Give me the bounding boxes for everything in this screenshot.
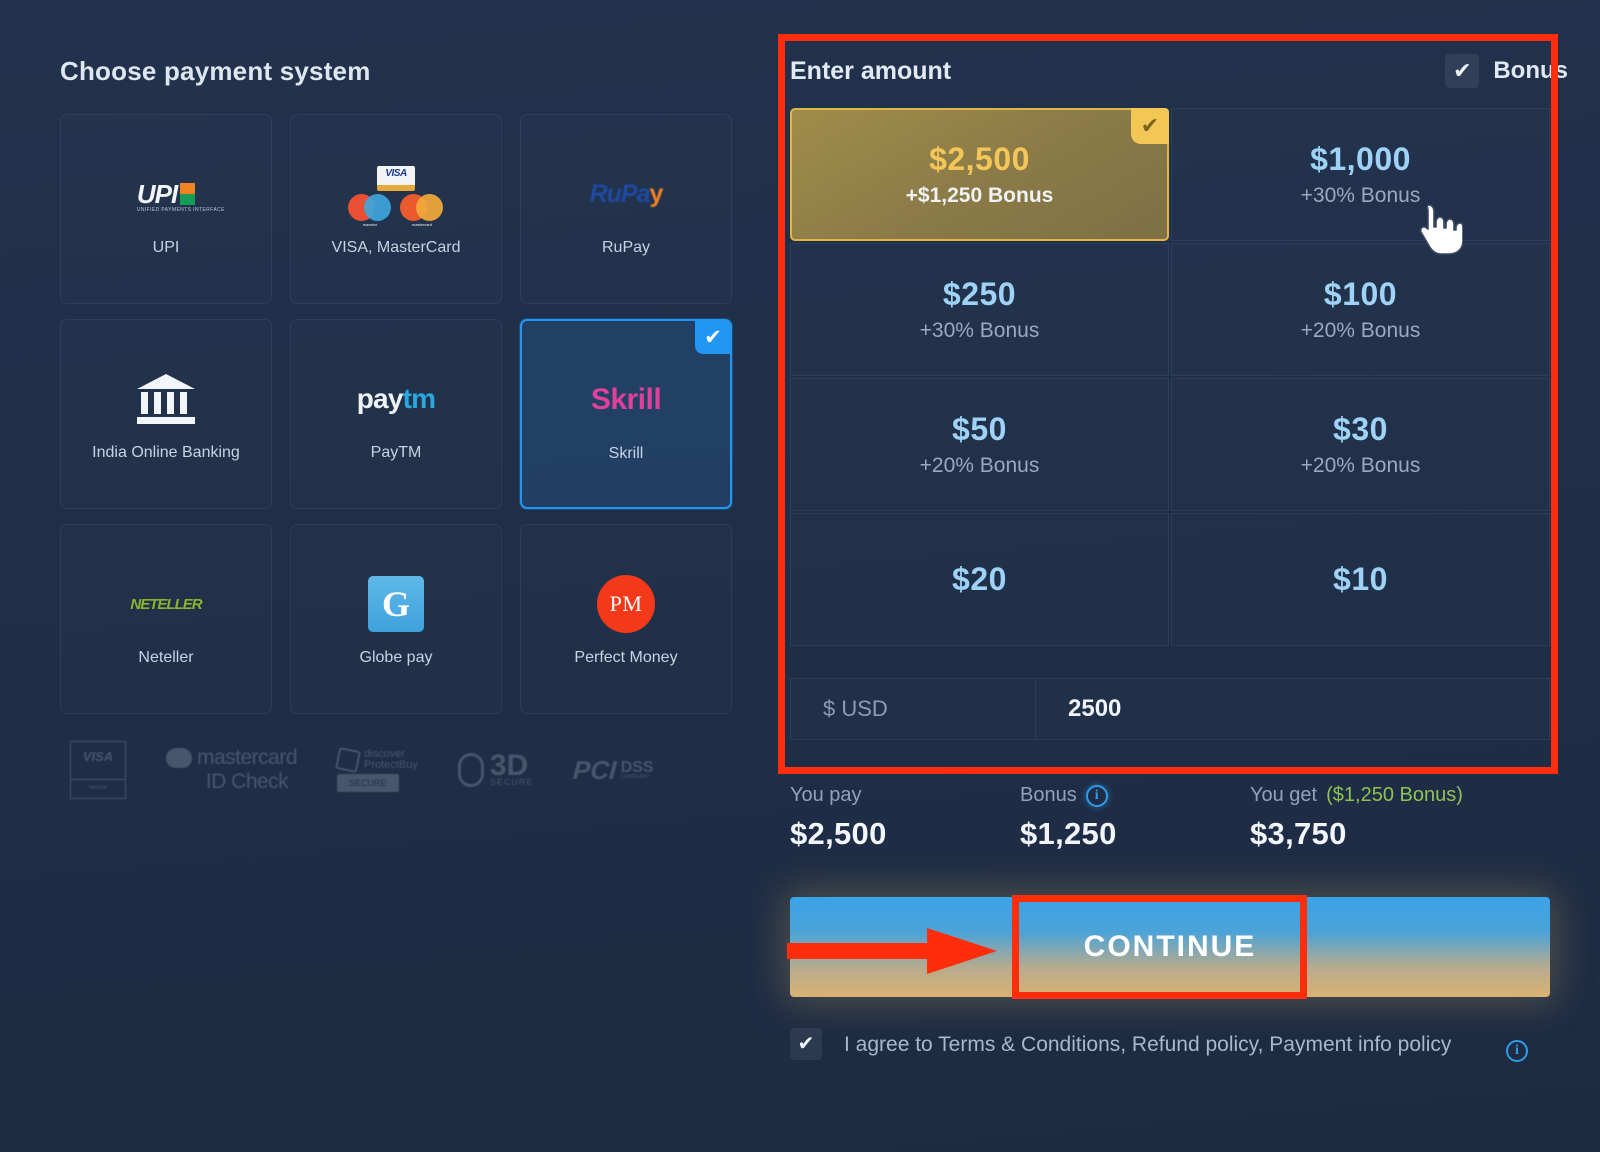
amount-tile-1000[interactable]: $1,000 +30% Bonus	[1171, 108, 1550, 241]
you-get-bonus-note: ($1,250 Bonus)	[1326, 784, 1463, 806]
payment-method-label: Globe pay	[359, 649, 433, 666]
amount-tile-bonus: +20% Bonus	[1300, 319, 1421, 342]
bonus-summary-value: $1,250	[1020, 816, 1117, 851]
payment-method-paytm[interactable]: paytm PayTM	[290, 319, 502, 509]
amount-tile-bonus: +30% Bonus	[919, 319, 1040, 342]
bank-icon	[135, 370, 197, 428]
payment-method-label: UPI	[152, 239, 180, 256]
amount-tile-value: $2,500	[929, 141, 1030, 177]
payment-method-label: Skrill	[608, 445, 644, 462]
check-icon: ✔	[695, 320, 731, 354]
you-pay-label: You pay	[790, 784, 862, 806]
page-title: Choose payment system	[60, 56, 371, 86]
bonus-toggle[interactable]: ✔ Bonus	[1445, 54, 1568, 88]
amount-panel-title: Enter amount	[790, 56, 952, 85]
summary-you-get: You get ($1,250 Bonus) $3,750	[1250, 784, 1550, 852]
payment-system-panel: Choose payment system UPI UNIFIED PAYMENT…	[0, 0, 770, 1152]
amount-tile-value: $250	[942, 276, 1017, 312]
summary-bonus: Bonus i $1,250	[1020, 784, 1250, 852]
amount-tile-value: $20	[952, 561, 1007, 597]
amount-tile-50[interactable]: $50 +20% Bonus	[790, 378, 1169, 511]
currency-amount-row: $ USD 2500	[790, 678, 1550, 740]
terms-checkbox[interactable]: ✔	[790, 1028, 822, 1060]
amount-tile-20[interactable]: $20	[790, 513, 1169, 646]
payment-method-perfect-money[interactable]: PM Perfect Money	[520, 524, 732, 714]
visa-icon: VISA	[377, 166, 415, 191]
payment-method-grid: UPI UNIFIED PAYMENTS INTERFACE UPI VISA m…	[60, 114, 740, 714]
mastercard-icon: mastercard	[400, 194, 444, 227]
bonus-toggle-label: Bonus	[1493, 57, 1568, 84]
amount-tile-value: $50	[952, 411, 1007, 447]
payment-method-rupay[interactable]: RuPay RuPay	[520, 114, 732, 304]
payment-method-label: RuPay	[601, 239, 651, 256]
payment-method-globepay[interactable]: G Globe pay	[290, 524, 502, 714]
terms-text: I agree to Terms & Conditions, Refund po…	[844, 1033, 1452, 1056]
you-get-label: You get	[1250, 784, 1318, 806]
upi-logo: UPI UNIFIED PAYMENTS INTERFACE	[136, 165, 225, 223]
info-icon[interactable]: i	[1085, 784, 1108, 807]
info-icon[interactable]: i	[1506, 1040, 1528, 1062]
terms-agreement-row[interactable]: ✔ I agree to Terms & Conditions, Refund …	[790, 1028, 1550, 1062]
amount-tile-bonus: +20% Bonus	[919, 454, 1040, 477]
summary-you-pay: You pay $2,500	[790, 784, 1020, 852]
continue-button[interactable]: CONTINUE	[790, 897, 1550, 997]
neteller-logo: NETELLER	[130, 595, 202, 613]
amount-tile-10[interactable]: $10	[1171, 513, 1550, 646]
amount-tile-value: $100	[1323, 276, 1398, 312]
payment-method-india-online-banking[interactable]: India Online Banking	[60, 319, 272, 509]
bonus-checkbox[interactable]: ✔	[1445, 54, 1480, 88]
paytm-logo: paytm	[356, 383, 436, 414]
upi-logo-text: UPI	[136, 178, 178, 209]
payment-method-skrill[interactable]: ✔ Skrill Skrill	[520, 319, 732, 509]
visa-mastercard-logo: VISA maestro mastercard	[348, 165, 444, 227]
payment-summary: You pay $2,500 Bonus i $1,250 You get ($1,…	[790, 784, 1550, 852]
bonus-summary-label: Bonus	[1020, 784, 1077, 806]
payment-method-label: PayTM	[370, 444, 422, 461]
amount-tile-value: $10	[1333, 561, 1388, 597]
mastercard-id-check-badge: mastercard ID Check	[166, 746, 298, 794]
amount-tile-value: $1,000	[1310, 141, 1411, 177]
perfect-money-logo: PM	[597, 575, 655, 633]
upi-logo-subtext: UNIFIED PAYMENTS INTERFACE	[136, 207, 225, 213]
skrill-logo: Skrill	[590, 383, 662, 416]
amount-tile-100[interactable]: $100 +20% Bonus	[1171, 243, 1550, 376]
you-pay-value: $2,500	[790, 816, 887, 851]
payment-method-label: Neteller	[138, 649, 194, 666]
security-badges-row: VISA secure mastercard ID Check discover…	[70, 735, 730, 805]
you-get-value: $3,750	[1250, 816, 1347, 851]
currency-selector[interactable]: $ USD	[791, 679, 1036, 739]
maestro-icon: maestro	[348, 194, 392, 227]
amount-tile-bonus: +20% Bonus	[1300, 454, 1421, 477]
amount-tile-2500[interactable]: ✔ $2,500 +$1,250 Bonus	[790, 108, 1169, 241]
payment-method-neteller[interactable]: NETELLER Neteller	[60, 524, 272, 714]
amount-tile-bonus: +30% Bonus	[1300, 184, 1421, 207]
3d-secure-badge: 3D SECURE	[457, 751, 534, 787]
amount-preset-grid: ✔ $2,500 +$1,250 Bonus $1,000 +30% Bonus…	[790, 108, 1550, 646]
amount-tile-bonus: +$1,250 Bonus	[905, 184, 1054, 207]
payment-method-visa-mastercard[interactable]: VISA maestro mastercard VISA, MasterCard	[290, 114, 502, 304]
continue-button-wrapper: CONTINUE	[790, 897, 1550, 997]
discover-protectbuy-badge: discover ProtectBuy SECURE	[334, 746, 418, 792]
amount-tile-value: $30	[1333, 411, 1388, 447]
payment-method-label: India Online Banking	[92, 444, 240, 461]
amount-header: Enter amount ✔ Bonus	[790, 54, 1568, 88]
amount-tile-30[interactable]: $30 +20% Bonus	[1171, 378, 1550, 511]
amount-input[interactable]: 2500	[1036, 679, 1549, 739]
deposit-screen: Choose payment system UPI UNIFIED PAYMENT…	[0, 0, 1600, 1152]
check-icon: ✔	[1131, 108, 1169, 144]
amount-panel: Enter amount ✔ Bonus ✔ $2,500 +$1,250 Bo…	[770, 0, 1600, 1152]
payment-method-label: VISA, MasterCard	[331, 239, 461, 256]
payment-method-upi[interactable]: UPI UNIFIED PAYMENTS INTERFACE UPI	[60, 114, 272, 304]
globepay-logo: G	[368, 575, 424, 633]
rupay-logo: RuPay	[589, 179, 664, 208]
payment-method-label: Perfect Money	[574, 649, 678, 666]
pci-dss-badge: PCI DSS COMPLIANT	[572, 754, 654, 785]
amount-tile-250[interactable]: $250 +30% Bonus	[790, 243, 1169, 376]
visa-secure-badge: VISA secure	[70, 741, 126, 799]
